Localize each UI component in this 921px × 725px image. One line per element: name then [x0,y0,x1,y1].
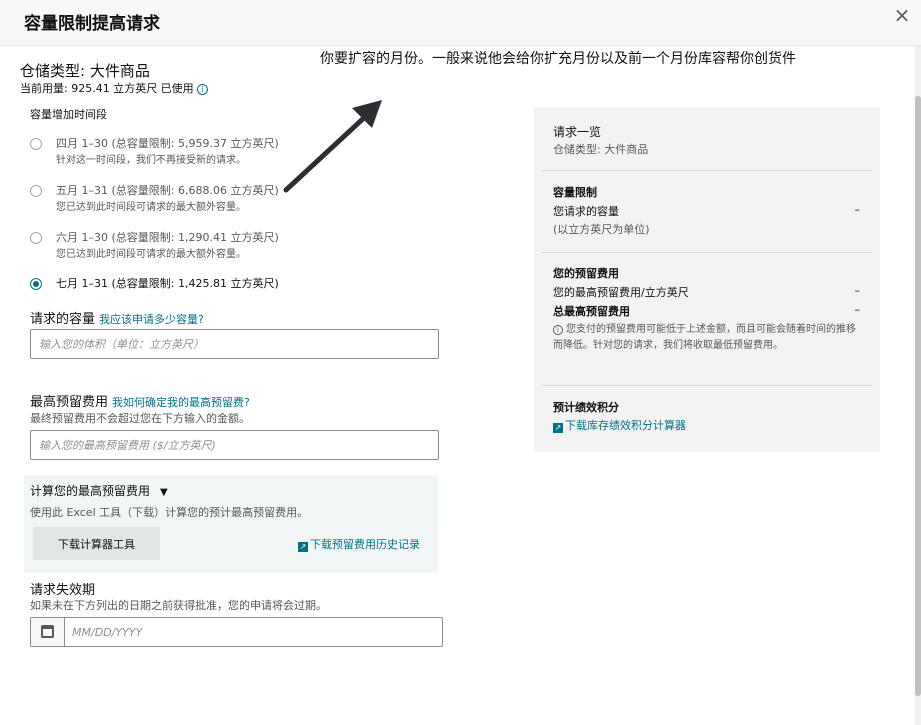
expiry-label: 请求失效期 [30,583,96,598]
calculator-panel: 计算您的最高预留费用 ▼ 使用此 Excel 工具（下载）计算您的预计最高预留费用… [24,475,438,573]
expiry-date-field[interactable] [30,617,443,647]
calculator-toggle[interactable]: 计算您的最高预留费用 ▼ [30,482,168,499]
radio-button[interactable] [30,232,42,244]
calendar-button[interactable] [31,618,65,646]
capacity-value: – [854,203,861,216]
fee-history-label: 下载预留费用历史记录 [310,538,420,551]
storage-type: 仓储类型: 大件商品 [20,62,150,80]
requested-capacity-input[interactable] [30,329,439,359]
fee-title: 您的预留费用 [553,267,619,280]
calculator-desc: 使用此 Excel 工具（下载）计算您的预计最高预留费用。 [30,506,309,519]
modal-header: 容量限制提高请求 × [0,0,921,46]
period-title: 七月 1–31 (总容量限制: 1,425.81 立方英尺) [56,277,279,290]
period-title: 五月 1–31 (总容量限制: 6,688.06 立方英尺) [56,184,279,197]
fee-total-value: – [854,303,861,316]
capacity-help-link[interactable]: 我应该申请多少容量? [99,313,204,326]
perf-title: 预计绩效积分 [553,401,619,414]
period-sub: 针对这一时间段，我们不再接受新的请求。 [56,155,246,166]
fee-total: 总最高预留费用 [553,305,630,318]
external-link-icon: ↗ [553,423,563,433]
download-calculator-button[interactable]: 下载计算器工具 [33,527,160,560]
request-summary-panel: 请求一览 仓储类型: 大件商品 容量限制 您请求的容量 – (以立方英尺为单位)… [534,107,880,452]
period-title: 六月 1–30 (总容量限制: 1,290.41 立方英尺) [56,231,279,244]
usage-text: 当前用量: 925.41 立方英尺 已使用 [20,82,194,95]
annotation-text: 你要扩容的月份。一般来说他会给你扩充月份以及前一个月份库容帮你创货件 [320,51,796,67]
period-sub: 您已达到此时间段可请求的最大额外容量。 [56,202,246,213]
caret-down-icon[interactable]: ▼ [160,487,168,498]
max-fee-help-link[interactable]: 我如何确定我的最高预留费? [112,396,250,409]
download-perf-calculator-link[interactable]: ↗ 下载库存绩效积分计算器 [553,417,686,433]
expiry-hint: 如果未在下方列出的日期之前获得批准，您的申请将会过期。 [30,599,327,612]
info-icon: i [553,325,563,335]
max-fee-hint: 最终预留费用不会超过您在下方输入的金额。 [30,412,250,425]
radio-button[interactable] [30,138,42,150]
fee-max-per: 您的最高预留费用/立方英尺 [553,286,689,299]
info-icon[interactable]: i [196,84,208,95]
external-link-icon: ↗ [298,542,308,552]
calendar-icon [41,625,54,638]
summary-title: 请求一览 [553,125,602,139]
period-label: 容量增加时间段 [30,108,107,121]
scrollbar[interactable] [915,46,921,725]
modal-title: 容量限制提高请求 [24,14,160,34]
divider [542,252,872,253]
max-fee-label: 最高预留费用 我如何确定我的最高预留费? [30,391,250,410]
capacity-requested: 您请求的容量 [553,205,619,218]
summary-storage-type: 仓储类型: 大件商品 [553,143,649,156]
max-fee-title: 最高预留费用 [30,395,109,410]
requested-capacity-title: 请求的容量 [30,312,96,327]
scrollbar-thumb[interactable] [915,96,921,696]
fee-max-per-value: – [854,284,861,297]
download-fee-history-link[interactable]: ↗ 下载预留费用历史记录 [298,536,420,552]
fee-note: i 您支付的预留费用可能低于上述金额，而且可能会随着时间的推移而降低。针对您的请求… [553,322,863,354]
period-title: 四月 1–30 (总容量限制: 5,959.37 立方英尺) [56,137,279,150]
expiry-date-input[interactable] [66,618,436,646]
close-icon[interactable]: × [891,4,913,26]
fee-note-text: 您支付的预留费用可能低于上述金额，而且可能会随着时间的推移而降低。针对您的请求，… [553,324,856,351]
radio-button[interactable] [30,185,42,197]
divider [542,170,872,171]
requested-capacity-label: 请求的容量 我应该申请多少容量? [30,308,204,327]
radio-button-selected[interactable] [30,278,42,290]
capacity-title: 容量限制 [553,186,597,199]
current-usage: 当前用量: 925.41 立方英尺 已使用 i [20,80,208,96]
max-fee-input[interactable] [30,430,439,460]
perf-link-label: 下载库存绩效积分计算器 [565,419,686,432]
period-sub: 您已达到此时间段可请求的最大额外容量。 [56,249,246,260]
calculator-title: 计算您的最高预留费用 [30,484,151,498]
capacity-unit: (以立方英尺为单位) [553,223,650,236]
divider [542,385,872,386]
